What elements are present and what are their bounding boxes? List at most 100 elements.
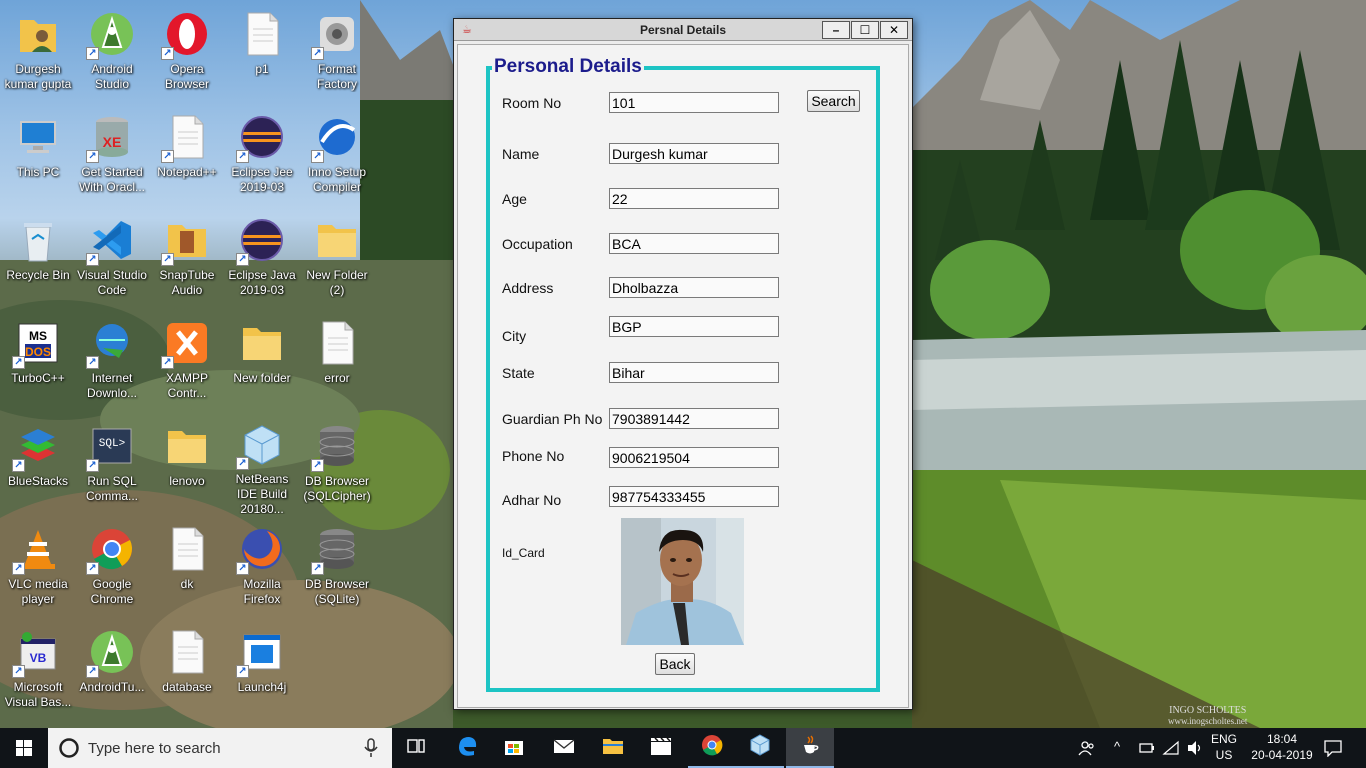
shortcut-arrow-icon: ↗	[236, 562, 249, 575]
taskbar-search-box[interactable]: Type here to search	[48, 728, 392, 768]
desktop-icon[interactable]: ↗ Google Chrome	[74, 517, 150, 617]
edge-taskbar-button[interactable]	[443, 728, 491, 768]
name-input[interactable]	[609, 143, 779, 164]
desktop-icon-label: Eclipse Jee 2019-03	[231, 165, 293, 194]
recycle-bin-icon	[14, 216, 62, 264]
folder-icon	[313, 216, 361, 264]
movies-icon	[649, 735, 673, 762]
people-icon[interactable]	[1078, 739, 1096, 757]
desktop-icon[interactable]: ↗ Launch4j	[224, 620, 300, 720]
desktop-icon-label: Durgesh kumar gupta	[4, 62, 72, 91]
desktop-icon[interactable]: ↗ Format Factory	[299, 2, 375, 102]
desktop-icon[interactable]: New folder	[224, 311, 300, 411]
desktop-icon[interactable]: Recycle Bin	[0, 208, 76, 308]
mail-taskbar-button[interactable]	[540, 728, 588, 768]
battery-icon[interactable]	[1138, 740, 1156, 756]
wifi-icon[interactable]	[1162, 740, 1180, 756]
desktop-icon[interactable]: ↗ XAMPP Contr...	[149, 311, 225, 411]
language-indicator[interactable]: ENG US	[1206, 732, 1242, 762]
desktop-icon[interactable]: New Folder (2)	[299, 208, 375, 308]
guardian-phone-label: Guardian Ph No	[502, 411, 603, 427]
start-button[interactable]	[0, 728, 48, 768]
phone-no-input[interactable]	[609, 447, 779, 468]
desktop-icon[interactable]: ↗ DB Browser (SQLCipher)	[299, 414, 375, 514]
desktop-icon[interactable]: ↗ Eclipse Jee 2019-03	[224, 105, 300, 205]
city-input[interactable]	[609, 316, 779, 337]
desktop-icon[interactable]: ↗ BlueStacks	[0, 414, 76, 514]
xampp-icon: ↗	[161, 319, 211, 369]
desktop-icon[interactable]: ↗ NetBeans IDE Build 20180...	[224, 414, 300, 514]
desktop-icon[interactable]: error	[299, 311, 375, 411]
desktop-icon[interactable]: ↗ Internet Downlo...	[74, 311, 150, 411]
desktop-icon-label: Internet Downlo...	[86, 371, 138, 400]
desktop-icon[interactable]: lenovo	[149, 414, 225, 514]
desktop-icon[interactable]: MS DOS ↗ TurboC++	[0, 311, 76, 411]
desktop-icon[interactable]: ↗ AndroidTu...	[74, 620, 150, 720]
close-button[interactable]: ✕	[880, 21, 908, 39]
guardian-phone-input[interactable]	[609, 408, 779, 429]
shortcut-arrow-icon: ↗	[311, 47, 324, 60]
volume-icon[interactable]	[1186, 740, 1204, 756]
desktop-icon[interactable]: VB ↗ Microsoft Visual Bas...	[0, 620, 76, 720]
android-studio-icon: ↗	[86, 628, 136, 678]
desktop-icon[interactable]: XE ↗ Get Started With Oracl...	[74, 105, 150, 205]
clock[interactable]: 18:04 20-04-2019	[1244, 732, 1320, 762]
desktop-icon[interactable]: database	[149, 620, 225, 720]
desktop-icon-label: Launch4j	[237, 680, 287, 694]
microphone-icon[interactable]	[364, 738, 378, 758]
desktop-icon-label: XAMPP Contr...	[165, 371, 208, 400]
folder-icon	[163, 422, 211, 470]
desktop-icon[interactable]: p1	[224, 2, 300, 102]
file-explorer-taskbar-button[interactable]	[589, 728, 637, 768]
name-label: Name	[502, 146, 540, 162]
desktop-icon[interactable]: ↗ Inno Setup Compiler	[299, 105, 375, 205]
age-input[interactable]	[609, 188, 779, 209]
java-taskbar-button[interactable]	[786, 728, 834, 768]
desktop-icon[interactable]: ↗ Android Studio	[74, 2, 150, 102]
action-center-icon[interactable]	[1324, 739, 1342, 757]
store-taskbar-button[interactable]	[490, 728, 538, 768]
desktop-icon[interactable]: This PC	[0, 105, 76, 205]
desktop-icon-label: dk	[180, 577, 194, 591]
room-no-input[interactable]	[609, 92, 779, 113]
shortcut-arrow-icon: ↗	[236, 665, 249, 678]
desktop-icon-label: This PC	[16, 165, 60, 179]
adhar-no-input[interactable]	[609, 486, 779, 507]
desktop-icon[interactable]: ↗ SnapTube Audio	[149, 208, 225, 308]
desktop-icon[interactable]: ↗ DB Browser (SQLite)	[299, 517, 375, 617]
adhar-no-label: Adhar No	[502, 492, 562, 508]
desktop-icon[interactable]: ↗ Notepad++	[149, 105, 225, 205]
format-factory-icon: ↗	[311, 10, 361, 60]
desktop-icon-label: New Folder (2)	[306, 268, 368, 297]
back-button[interactable]: Back	[655, 653, 695, 675]
shortcut-arrow-icon: ↗	[161, 47, 174, 60]
maximize-button[interactable]: ☐	[851, 21, 879, 39]
language-code: ENG	[1210, 732, 1237, 746]
desktop-icon[interactable]: ↗ Visual Studio Code	[74, 208, 150, 308]
occupation-input[interactable]	[609, 233, 779, 254]
file-icon: ↗	[161, 113, 211, 163]
desktop-icon[interactable]: SQL> ↗ Run SQL Comma...	[74, 414, 150, 514]
task-view-taskbar-button[interactable]	[392, 728, 440, 768]
desktop-icon[interactable]: ↗ VLC media player	[0, 517, 76, 617]
state-input[interactable]	[609, 362, 779, 383]
desktop-icon[interactable]: ↗ Eclipse Java 2019-03	[224, 208, 300, 308]
desktop-icon[interactable]: ↗ Opera Browser	[149, 2, 225, 102]
desktop-icon-label: VLC media player	[8, 577, 68, 606]
eclipse-icon: ↗	[236, 216, 286, 266]
movies-taskbar-button[interactable]	[637, 728, 685, 768]
chrome-taskbar-button[interactable]	[688, 728, 736, 768]
search-button[interactable]: Search	[807, 90, 860, 112]
chevron-up-icon[interactable]: ^	[1114, 739, 1120, 754]
desktop-icon[interactable]: Durgesh kumar gupta	[0, 2, 76, 102]
file-icon	[238, 10, 286, 58]
desktop-icon[interactable]: dk	[149, 517, 225, 617]
minimize-button[interactable]: –	[822, 21, 850, 39]
window-titlebar[interactable]: ☕ Persnal Details – ☐ ✕	[454, 19, 912, 41]
netbeans-taskbar-button[interactable]	[736, 728, 784, 768]
id-card-label: Id_Card	[502, 546, 545, 560]
address-input[interactable]	[609, 277, 779, 298]
file-icon	[163, 525, 211, 573]
desktop-icon[interactable]: ↗ Mozilla Firefox	[224, 517, 300, 617]
taskbar: Type here to search ^ ENG US 18:04 20-04…	[0, 728, 1366, 768]
